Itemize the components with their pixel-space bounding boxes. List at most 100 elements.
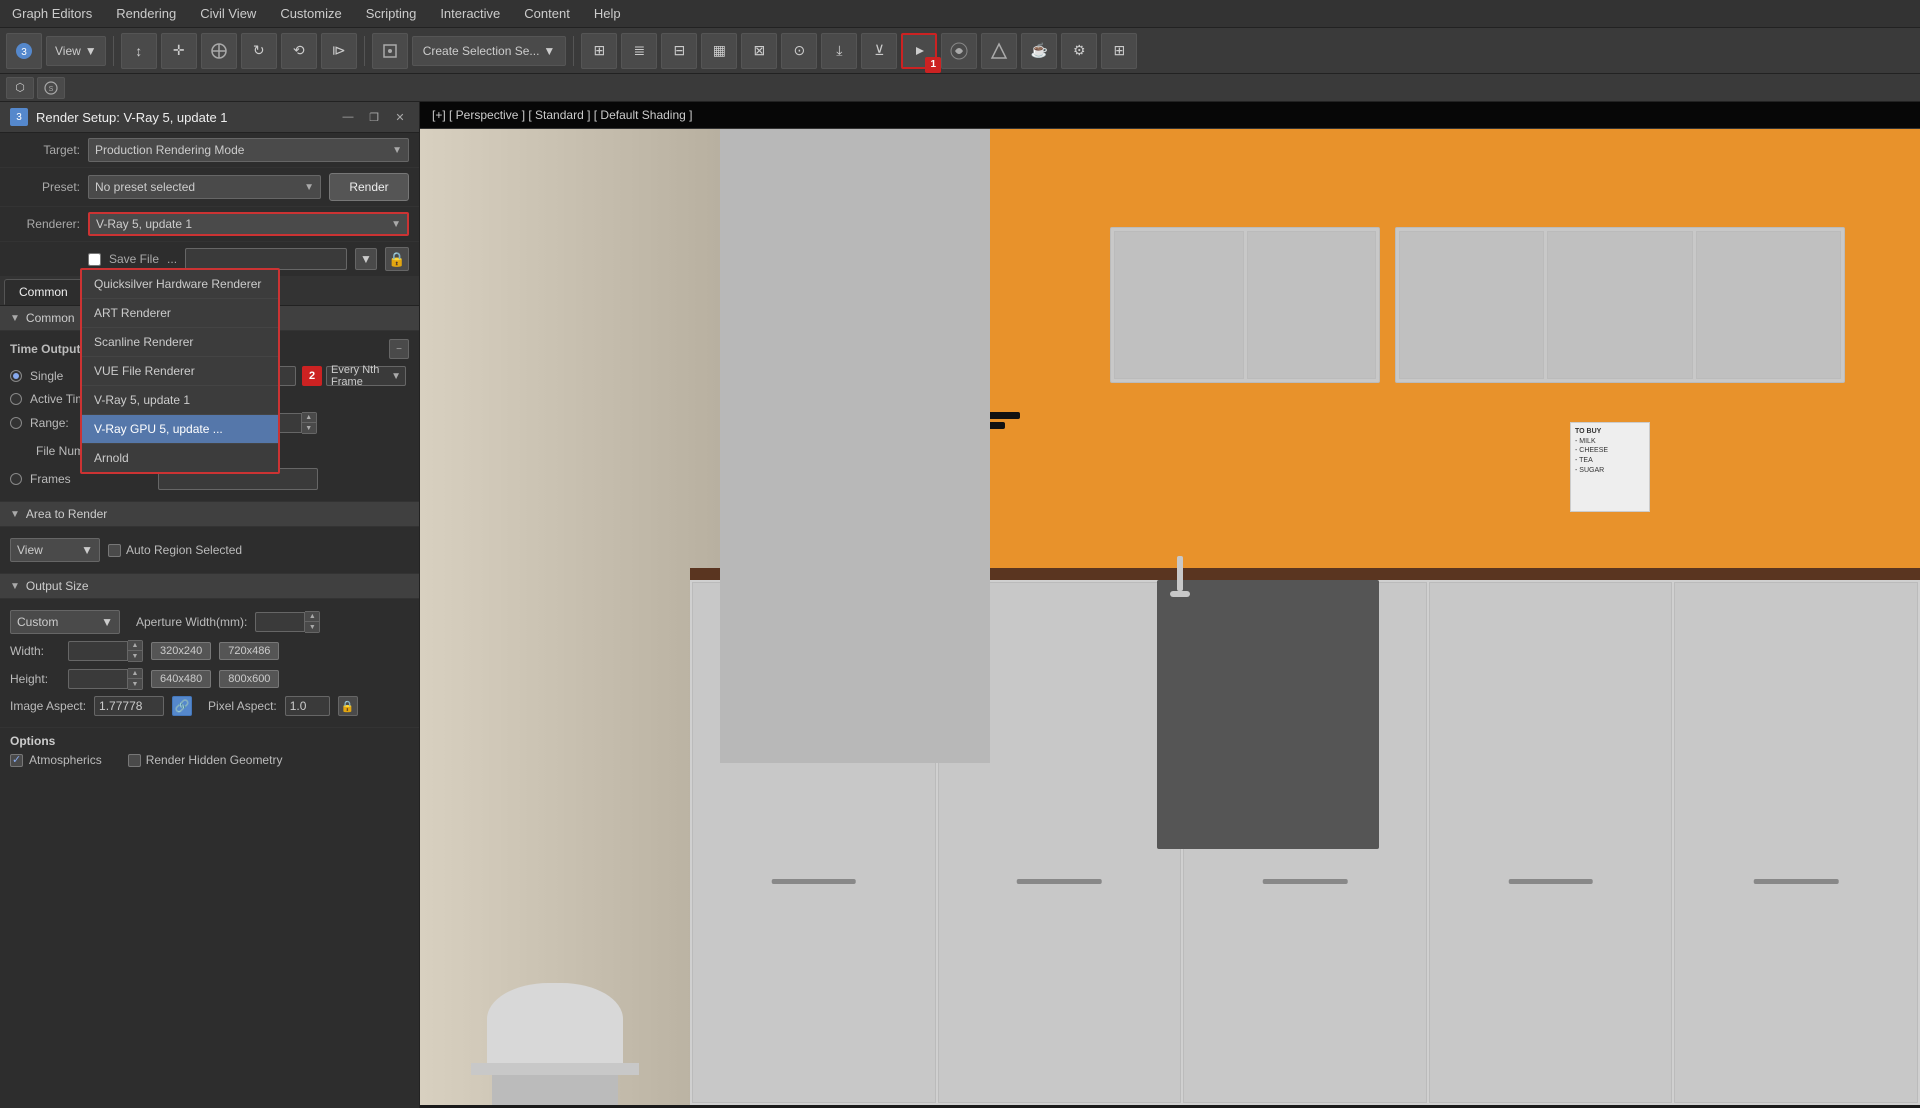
transform-btn[interactable] xyxy=(201,33,237,69)
rotate-btn[interactable]: ↻ xyxy=(241,33,277,69)
render-hidden-checkbox[interactable] xyxy=(128,754,141,767)
time-output-collapse-btn[interactable]: − xyxy=(389,339,409,359)
target-dropdown[interactable]: Production Rendering Mode ▼ xyxy=(88,138,409,162)
width-input[interactable]: 1920 xyxy=(68,641,128,661)
sub-btn2[interactable]: S xyxy=(37,77,65,99)
second-toolbar: ⬡ S xyxy=(0,74,1920,102)
panel-minimize-btn[interactable]: — xyxy=(339,108,357,126)
render3-btn[interactable] xyxy=(981,33,1017,69)
every-nth-dropdown[interactable]: Every Nth Frame ▼ xyxy=(326,366,406,386)
tool2-btn[interactable]: ≣ xyxy=(621,33,657,69)
menu-content[interactable]: Content xyxy=(512,2,582,25)
tool3-btn[interactable]: ⊟ xyxy=(661,33,697,69)
aspect-row: Image Aspect: 🔗 Pixel Aspect: 🔒 xyxy=(10,693,409,719)
view-dropdown[interactable]: View ▼ xyxy=(46,36,106,66)
menu-interactive[interactable]: Interactive xyxy=(428,2,512,25)
single-radio[interactable] xyxy=(10,370,22,382)
app-icon-btn[interactable]: 3 xyxy=(6,33,42,69)
range-radio[interactable] xyxy=(10,417,22,429)
select-btn[interactable]: ✛ xyxy=(161,33,197,69)
height-input[interactable]: 1080 xyxy=(68,669,128,689)
tool1-btn[interactable]: ⊞ xyxy=(581,33,617,69)
separator xyxy=(113,36,114,66)
menu-rendering[interactable]: Rendering xyxy=(104,2,188,25)
tool6-btn[interactable]: ⊙ xyxy=(781,33,817,69)
area-render-header[interactable]: ▼ Area to Render xyxy=(0,502,419,527)
scale-btn[interactable]: ⟲ xyxy=(281,33,317,69)
link-aspect-btn[interactable]: 🔗 xyxy=(172,696,192,716)
create-selection-btn[interactable]: Create Selection Se... ▼ xyxy=(412,36,567,66)
size-720x486-btn[interactable]: 720x486 xyxy=(219,642,279,660)
render2-btn[interactable] xyxy=(941,33,977,69)
pixel-aspect-lock[interactable]: 🔒 xyxy=(338,696,358,716)
menu-scripting[interactable]: Scripting xyxy=(354,2,429,25)
atmospherics-checkbox[interactable] xyxy=(10,754,23,767)
renderer-option-vraygpu[interactable]: V-Ray GPU 5, update ... xyxy=(82,415,278,444)
output-path-dropdown[interactable]: ▼ xyxy=(355,248,377,270)
panel-close-btn[interactable]: ✕ xyxy=(391,108,409,126)
menu-customize[interactable]: Customize xyxy=(268,2,353,25)
active-seg-radio[interactable] xyxy=(10,393,22,405)
renderer-row: Renderer: V-Ray 5, update 1 ▼ xyxy=(0,207,419,242)
sink-area xyxy=(1157,580,1378,848)
tool7-btn[interactable]: ⤓ xyxy=(821,33,857,69)
aperture-down[interactable]: ▼ xyxy=(305,622,319,632)
pixel-aspect-label: Pixel Aspect: xyxy=(208,699,277,713)
panel-restore-btn[interactable]: ❐ xyxy=(365,108,383,126)
renderer-dropdown[interactable]: V-Ray 5, update 1 ▼ xyxy=(88,212,409,236)
renderer-option-scanline[interactable]: Scanline Renderer xyxy=(82,328,278,357)
img-aspect-input[interactable] xyxy=(94,696,164,716)
grid-btn[interactable]: ⊞ xyxy=(1101,33,1137,69)
renderer-option-art[interactable]: ART Renderer xyxy=(82,299,278,328)
height-up[interactable]: ▲ xyxy=(128,669,142,679)
move-btn[interactable]: ↕ xyxy=(121,33,157,69)
size-800x600-btn[interactable]: 800x600 xyxy=(219,670,279,688)
menu-civil-view[interactable]: Civil View xyxy=(188,2,268,25)
renderer-option-vue[interactable]: VUE File Renderer xyxy=(82,357,278,386)
renderer-dropdown-popup: Quicksilver Hardware Renderer ART Render… xyxy=(80,268,280,474)
menu-graph-editors[interactable]: Graph Editors xyxy=(0,2,104,25)
tool8-btn[interactable]: ⊻ xyxy=(861,33,897,69)
viewport-header-text: [+] [ Perspective ] [ Standard ] [ Defau… xyxy=(432,108,692,122)
img-aspect-label: Image Aspect: xyxy=(10,699,86,713)
render5-btn[interactable]: ⚙ xyxy=(1061,33,1097,69)
output-custom-dropdown[interactable]: Custom ▼ xyxy=(10,610,120,634)
area-render-title: Area to Render xyxy=(26,507,107,521)
size-320x240-btn[interactable]: 320x240 xyxy=(151,642,211,660)
renderer-option-quicksilver[interactable]: Quicksilver Hardware Renderer xyxy=(82,270,278,299)
range-to-down[interactable]: ▼ xyxy=(302,423,316,433)
aperture-up[interactable]: ▲ xyxy=(305,612,319,622)
chair-seat xyxy=(471,1063,639,1075)
mirror-btn[interactable]: ⧐ xyxy=(321,33,357,69)
sub-btn1[interactable]: ⬡ xyxy=(6,77,34,99)
aperture-input[interactable]: 36.0 xyxy=(255,612,305,632)
height-down[interactable]: ▼ xyxy=(128,679,142,689)
size-640x480-btn[interactable]: 640x480 xyxy=(151,670,211,688)
range-to-up[interactable]: ▲ xyxy=(302,413,316,423)
renderer-option-arnold[interactable]: Arnold xyxy=(82,444,278,472)
lock-btn[interactable]: 🔒 xyxy=(385,247,409,271)
snap-btn[interactable] xyxy=(372,33,408,69)
render-button[interactable]: Render xyxy=(329,173,409,201)
savefile-dots-btn[interactable]: ... xyxy=(167,252,177,266)
output-size-header[interactable]: ▼ Output Size xyxy=(0,574,419,599)
menu-help[interactable]: Help xyxy=(582,2,633,25)
area-dropdown[interactable]: View ▼ xyxy=(10,538,100,562)
preset-label: Preset: xyxy=(10,180,80,194)
renderer-option-vray5[interactable]: V-Ray 5, update 1 xyxy=(82,386,278,415)
render-hidden-label: Render Hidden Geometry xyxy=(146,753,283,767)
savefile-checkbox[interactable] xyxy=(88,253,101,266)
width-up[interactable]: ▲ xyxy=(128,641,142,651)
tool4-btn[interactable]: ▦ xyxy=(701,33,737,69)
auto-region-checkbox[interactable] xyxy=(108,544,121,557)
tab-common[interactable]: Common xyxy=(4,279,83,305)
preset-dropdown[interactable]: No preset selected ▼ xyxy=(88,175,321,199)
frames-radio[interactable] xyxy=(10,473,22,485)
pixel-aspect-input[interactable] xyxy=(285,696,330,716)
render4-btn[interactable]: ☕ xyxy=(1021,33,1057,69)
frames-label: Frames xyxy=(30,472,150,486)
renderer-label: Renderer: xyxy=(10,217,80,231)
tool5-btn[interactable]: ⊠ xyxy=(741,33,777,69)
width-down[interactable]: ▼ xyxy=(128,651,142,661)
viewport-area[interactable]: [+] [ Perspective ] [ Standard ] [ Defau… xyxy=(420,102,1920,1108)
